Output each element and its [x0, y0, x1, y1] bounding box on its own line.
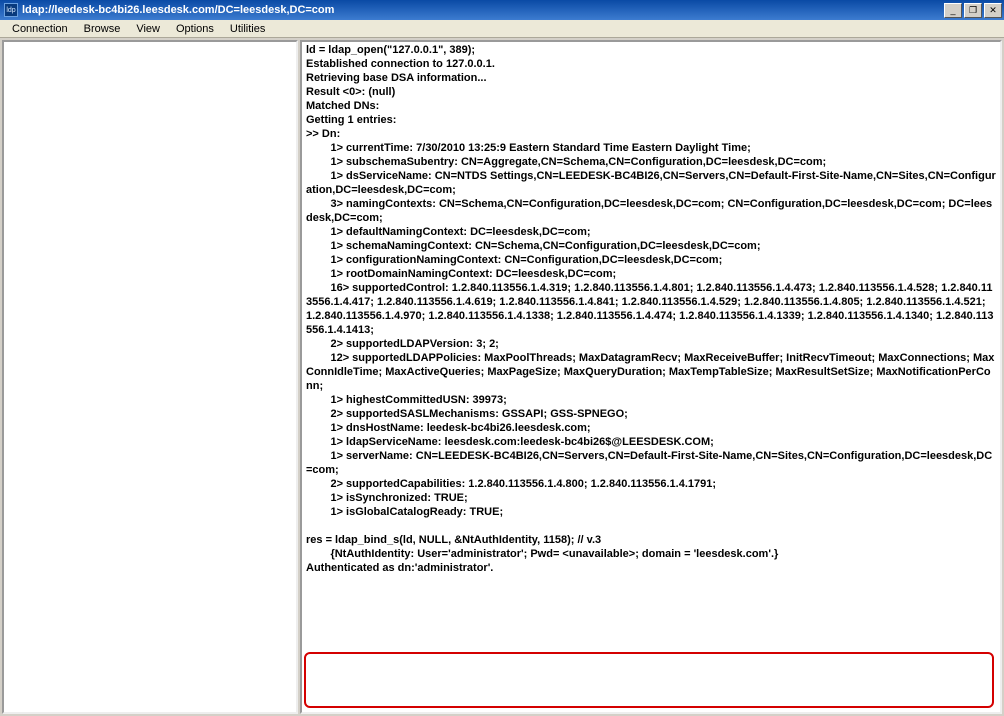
restore-button[interactable]: ❐ [964, 3, 982, 18]
menu-view[interactable]: View [128, 22, 168, 36]
menubar: Connection Browse View Options Utilities [0, 20, 1004, 38]
minimize-button[interactable]: _ [944, 3, 962, 18]
log-output: ld = ldap_open("127.0.0.1", 389); Establ… [302, 42, 1000, 577]
window-title: ldap://leedesk-bc4bi26.leesdesk.com/DC=l… [22, 4, 942, 16]
menu-utilities[interactable]: Utilities [222, 22, 273, 36]
titlebar: ldp ldap://leedesk-bc4bi26.leesdesk.com/… [0, 0, 1004, 20]
menu-options[interactable]: Options [168, 22, 222, 36]
highlight-annotation [304, 652, 994, 708]
menu-browse[interactable]: Browse [76, 22, 129, 36]
close-button[interactable]: ✕ [984, 3, 1002, 18]
tree-pane[interactable] [2, 40, 298, 714]
menu-connection[interactable]: Connection [4, 22, 76, 36]
app-icon: ldp [4, 3, 18, 17]
content-area: ld = ldap_open("127.0.0.1", 389); Establ… [0, 38, 1004, 716]
log-pane[interactable]: ld = ldap_open("127.0.0.1", 389); Establ… [300, 40, 1002, 714]
